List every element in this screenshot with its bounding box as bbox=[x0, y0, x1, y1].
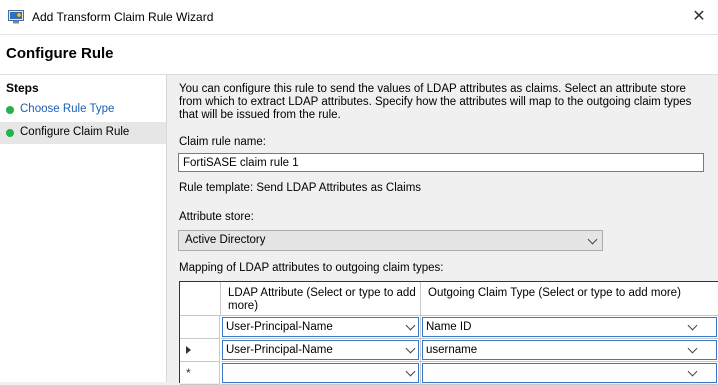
claim-type-select[interactable]: username bbox=[422, 340, 717, 360]
step-status-dot-icon bbox=[6, 129, 14, 137]
step-label: Configure Claim Rule bbox=[20, 126, 130, 138]
table-cell[interactable]: User-Principal-Name bbox=[221, 316, 421, 339]
window-titlebar: Add Transform Claim Rule Wizard ✕ bbox=[0, 0, 718, 35]
step-choose-rule-type[interactable]: Choose Rule Type bbox=[0, 99, 166, 121]
content-panel: You can configure this rule to send the … bbox=[172, 75, 718, 385]
attribute-store-select[interactable]: Active Directory bbox=[178, 230, 603, 251]
column-header-label: LDAP Attribute (Select or type to add mo… bbox=[228, 287, 416, 312]
mapping-label: Mapping of LDAP attributes to outgoing c… bbox=[179, 262, 444, 274]
window-title: Add Transform Claim Rule Wizard bbox=[32, 10, 214, 24]
row-header[interactable] bbox=[180, 316, 220, 339]
claim-rule-name-label: Claim rule name: bbox=[179, 136, 266, 148]
rule-template-text: Rule template: Send LDAP Attributes as C… bbox=[179, 182, 422, 194]
attribute-store-label: Attribute store: bbox=[179, 211, 254, 223]
page-title: Configure Rule bbox=[6, 45, 114, 62]
table-cell[interactable]: Name ID bbox=[421, 316, 718, 339]
column-header-label: Outgoing Claim Type (Select or type to a… bbox=[428, 287, 681, 299]
chevron-down-icon[interactable] bbox=[405, 343, 416, 354]
grid-corner-header bbox=[180, 282, 221, 316]
claim-type-value: username bbox=[426, 344, 478, 356]
claim-type-select[interactable] bbox=[422, 363, 717, 383]
chevron-down-icon[interactable] bbox=[405, 366, 416, 377]
claim-type-value: Name ID bbox=[426, 321, 472, 333]
ldap-attribute-value: User-Principal-Name bbox=[226, 344, 333, 356]
table-cell[interactable]: User-Principal-Name bbox=[221, 339, 421, 362]
panel-divider bbox=[166, 75, 167, 382]
close-button[interactable]: ✕ bbox=[688, 6, 710, 28]
step-label: Choose Rule Type bbox=[20, 103, 115, 115]
mapping-grid: LDAP Attribute (Select or type to add mo… bbox=[179, 281, 718, 385]
ldap-attribute-select[interactable]: User-Principal-Name bbox=[222, 317, 419, 337]
attribute-store-value: Active Directory bbox=[185, 234, 266, 246]
chevron-down-icon[interactable] bbox=[687, 343, 698, 354]
column-header-ldap[interactable]: LDAP Attribute (Select or type to add mo… bbox=[221, 282, 421, 316]
table-cell[interactable]: username bbox=[421, 339, 718, 362]
chevron-down-icon[interactable] bbox=[687, 320, 698, 331]
ldap-attribute-value: User-Principal-Name bbox=[226, 321, 333, 333]
claim-type-select[interactable]: Name ID bbox=[422, 317, 717, 337]
rule-description: You can configure this rule to send the … bbox=[179, 83, 692, 121]
column-header-claim[interactable]: Outgoing Claim Type (Select or type to a… bbox=[421, 282, 718, 316]
chevron-down-icon[interactable] bbox=[405, 320, 416, 331]
ldap-attribute-select[interactable] bbox=[222, 363, 419, 383]
wizard-header: Configure Rule bbox=[0, 35, 718, 75]
row-header[interactable] bbox=[180, 339, 220, 362]
steps-title: Steps bbox=[6, 81, 39, 95]
step-configure-claim-rule[interactable]: Configure Claim Rule bbox=[0, 122, 166, 144]
admin-tools-icon bbox=[8, 10, 24, 24]
step-status-dot-icon bbox=[6, 106, 14, 114]
chevron-down-icon[interactable] bbox=[587, 234, 598, 245]
claim-rule-name-input[interactable] bbox=[178, 153, 704, 172]
new-row-icon: * bbox=[186, 366, 191, 380]
current-row-arrow-icon bbox=[186, 346, 191, 354]
steps-panel: Steps Choose Rule Type Configure Claim R… bbox=[0, 75, 166, 382]
chevron-down-icon[interactable] bbox=[687, 366, 698, 377]
ldap-attribute-select[interactable]: User-Principal-Name bbox=[222, 340, 419, 360]
